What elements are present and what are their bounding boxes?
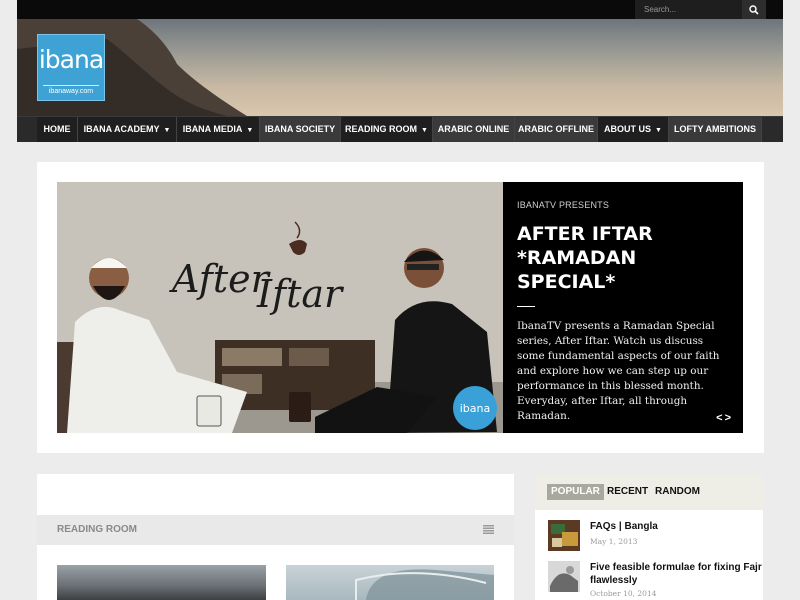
slide-illustration: After Iftar ibana (57, 182, 503, 433)
chevron-down-icon: ▼ (246, 127, 254, 134)
site-logo[interactable]: ibana ibanaway.com (37, 34, 105, 101)
nav-item-arabic-offline[interactable]: ARABIC OFFLINE (515, 117, 598, 142)
post-title[interactable]: Five feasible formulae for fixing Fajr f… (590, 561, 762, 587)
top-bar: Search... (17, 0, 783, 19)
nav-item-about-us[interactable]: ABOUT US ▼ (598, 117, 669, 142)
post-date: October 10, 2014 (590, 589, 657, 598)
nav-item-lofty-ambitions[interactable]: LOFTY AMBITIONS (669, 117, 762, 142)
chevron-down-icon: ▼ (655, 127, 662, 134)
nav-item-arabic-online[interactable]: ARABIC ONLINE (433, 117, 515, 142)
slider-arrows-icon[interactable]: <> (716, 412, 733, 424)
post-title[interactable]: FAQs | Bangla (590, 520, 762, 533)
search-icon (749, 4, 759, 15)
search-input[interactable]: Search... (635, 0, 742, 19)
chevron-down-icon: ▼ (163, 127, 171, 134)
slide-caption: IBANATV PRESENTS AFTER IFTAR *RAMADAN SP… (503, 182, 743, 433)
slide-art-iftar: Iftar (256, 272, 345, 316)
glass-image (355, 569, 494, 600)
caption-kicker: IBANATV PRESENTS (517, 200, 610, 210)
search-button[interactable] (742, 0, 766, 19)
nav-item-reading-room[interactable]: READING ROOM ▼ (341, 117, 433, 142)
tab-random[interactable]: RANDOM (655, 484, 700, 500)
post-thumbnail[interactable] (57, 565, 266, 600)
post-date: May 1, 2013 (590, 537, 638, 546)
sidebar-tabs: POPULAR RECENT RANDOM (535, 474, 763, 510)
caption-body: IbanaTV presents a Ramadan Special serie… (517, 320, 720, 422)
featured-slide-image[interactable]: After Iftar ibana (57, 182, 503, 433)
section-title[interactable]: READING ROOM (57, 515, 137, 545)
post-thumbnail (548, 520, 580, 551)
chevron-down-icon: ▼ (421, 127, 428, 134)
slide-badge: ibana (460, 402, 491, 415)
nav-item-ibana-academy[interactable]: IBANA ACADEMY ▼ (78, 117, 177, 142)
post-thumbnail[interactable] (286, 565, 494, 600)
tab-popular[interactable]: POPULAR (547, 484, 604, 500)
list-item[interactable]: Five feasible formulae for fixing Fajr f… (548, 561, 762, 600)
list-item[interactable]: FAQs | Bangla May 1, 2013 (548, 520, 758, 552)
nav-item-ibana-society[interactable]: IBANA SOCIETY (260, 117, 341, 142)
nav-item-home[interactable]: HOME (37, 117, 78, 142)
tab-recent[interactable]: RECENT (607, 484, 648, 500)
post-thumbnail (548, 561, 580, 592)
main-nav: HOME IBANA ACADEMY ▼ IBANA MEDIA ▼ IBANA S… (17, 116, 783, 142)
logo-url: ibanaway.com (43, 85, 99, 95)
caption-divider (517, 306, 535, 307)
nav-item-ibana-media[interactable]: IBANA MEDIA ▼ (177, 117, 260, 142)
list-icon[interactable] (483, 525, 494, 534)
site-header: ibana ibanaway.com (17, 19, 783, 116)
logo-word: ibana (38, 45, 104, 74)
caption-title[interactable]: AFTER IFTAR *RAMADAN SPECIAL* (517, 222, 727, 294)
section-header: READING ROOM (37, 515, 514, 545)
